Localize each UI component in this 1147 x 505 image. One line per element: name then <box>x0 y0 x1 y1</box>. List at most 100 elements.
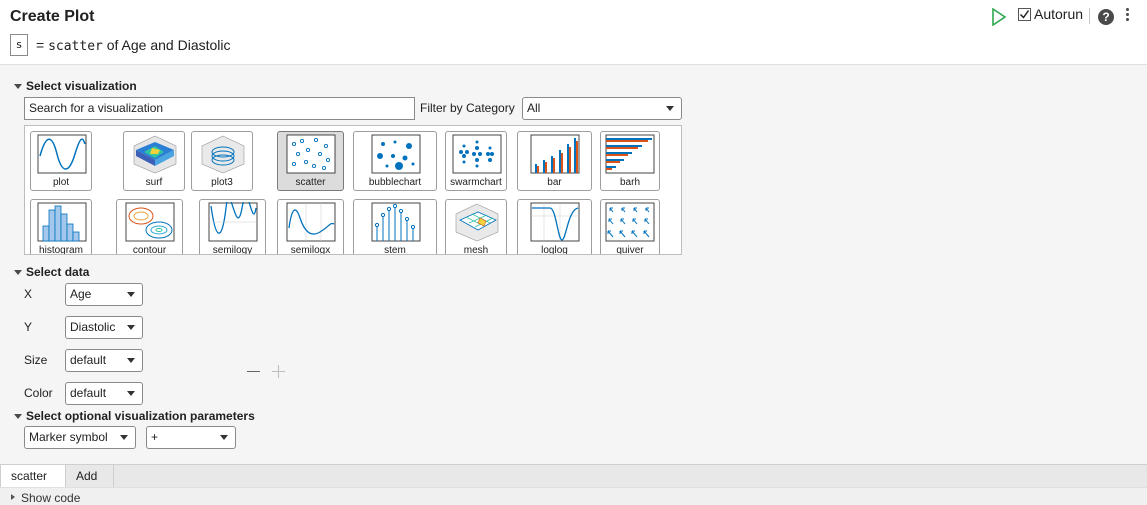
contour-icon <box>125 202 175 242</box>
chevron-down-icon <box>127 325 135 330</box>
tile-contour[interactable]: contour <box>116 199 183 255</box>
loglog-icon <box>530 202 580 242</box>
tile-label: bubblechart <box>368 177 422 188</box>
autorun-checkbox[interactable] <box>1018 8 1031 21</box>
tab-scatter[interactable]: scatter <box>0 465 66 488</box>
tile-label: swarmchart <box>450 177 502 188</box>
section-optional-parameters[interactable]: Select optional visualization parameters <box>14 409 255 423</box>
filter-label: Filter by Category <box>420 101 515 115</box>
tile-label: quiver <box>616 245 644 255</box>
chevron-down-icon <box>127 391 135 396</box>
tile-loglog[interactable]: loglog <box>517 199 592 254</box>
section-title: Select data <box>26 265 90 279</box>
tile-label: histogram <box>39 245 83 255</box>
tile-label: mesh <box>463 245 489 255</box>
tile-semilogy[interactable]: semilogy <box>199 199 266 255</box>
bubblechart-icon <box>371 134 421 174</box>
y-value: Diastolic <box>70 320 116 334</box>
collapse-icon <box>14 269 22 275</box>
section-select-data[interactable]: Select data <box>14 265 89 279</box>
autorun-label: Autorun <box>1034 6 1084 22</box>
parameter-value-dropdown[interactable]: + <box>146 426 236 449</box>
color-value: default <box>70 386 107 400</box>
tile-surf[interactable]: surf <box>123 131 185 191</box>
tile-scatter[interactable]: scatter <box>277 131 344 191</box>
chevron-down-icon <box>120 435 128 440</box>
run-icon[interactable] <box>991 8 1007 26</box>
expression-description: of Age and Diastolic <box>106 37 231 53</box>
color-label: Color <box>24 386 53 400</box>
y-dropdown[interactable]: Diastolic <box>65 316 143 339</box>
tile-semilogx[interactable]: semilogx <box>277 199 344 255</box>
tile-label: surf <box>145 177 163 188</box>
tile-label: stem <box>384 245 406 255</box>
tile-histogram[interactable]: histogram <box>30 199 92 255</box>
tile-barh[interactable]: barh <box>600 131 660 191</box>
tile-label: plot <box>52 177 70 188</box>
swarmchart-icon <box>452 134 502 174</box>
search-input[interactable]: Search for a visualization <box>24 97 415 120</box>
stem-icon <box>371 202 421 242</box>
quiver-icon <box>605 202 655 242</box>
plot-icon <box>37 134 87 174</box>
histogram-icon <box>37 202 87 242</box>
chevron-down-icon <box>127 358 135 363</box>
tile-bubblechart[interactable]: bubblechart <box>353 131 437 191</box>
scatter-icon <box>286 134 336 174</box>
tile-label: plot3 <box>211 177 233 188</box>
show-code-toggle[interactable]: Show code <box>0 487 1147 505</box>
section-title: Select visualization <box>26 79 137 93</box>
page-title: Create Plot <box>10 8 95 25</box>
remove-parameter-icon[interactable] <box>247 371 260 372</box>
collapse-icon <box>14 83 22 89</box>
x-value: Age <box>70 287 92 301</box>
marker-value: + <box>151 430 159 444</box>
tab-add[interactable]: Add <box>66 465 114 488</box>
visualization-gallery: plot surf plot3 scatter bubblechart swar… <box>24 125 682 255</box>
parameter-dropdown[interactable]: Marker symbol <box>24 426 136 449</box>
function-name: scatter <box>48 39 103 54</box>
output-tabs: scatter Add <box>0 464 1147 488</box>
y-label: Y <box>24 320 33 334</box>
surf-icon <box>133 135 177 174</box>
tile-label: semilogy <box>212 245 253 255</box>
bar-icon <box>530 134 580 174</box>
category-value: All <box>527 101 541 115</box>
tile-plot3[interactable]: plot3 <box>191 131 253 191</box>
output-variable-field[interactable]: s <box>10 34 28 56</box>
tile-label: barh <box>619 177 640 188</box>
tile-label: semilogx <box>290 245 331 255</box>
section-select-visualization[interactable]: Select visualization <box>14 79 137 93</box>
plot3-icon <box>201 135 245 174</box>
more-options-icon[interactable] <box>1124 8 1130 24</box>
size-dropdown[interactable]: default <box>65 349 143 372</box>
x-dropdown[interactable]: Age <box>65 283 143 306</box>
tile-swarmchart[interactable]: swarmchart <box>445 131 507 191</box>
show-code-label: Show code <box>21 491 81 505</box>
tile-mesh[interactable]: mesh <box>445 199 507 255</box>
expand-icon <box>11 494 15 500</box>
tile-label: contour <box>132 245 167 255</box>
chevron-down-icon <box>220 435 228 440</box>
size-value: default <box>70 353 107 367</box>
category-dropdown[interactable]: All <box>522 97 682 120</box>
section-title: Select optional visualization parameters <box>26 409 255 423</box>
tile-bar[interactable]: bar <box>517 131 592 191</box>
parameter-value: Marker symbol <box>29 430 108 444</box>
tile-label: scatter <box>295 177 326 188</box>
tile-stem[interactable]: stem <box>353 199 437 255</box>
x-label: X <box>24 287 33 301</box>
size-label: Size <box>24 353 48 367</box>
semilogx-icon <box>286 202 336 242</box>
tile-quiver[interactable]: quiver <box>600 199 660 255</box>
check-icon <box>1019 10 1030 19</box>
help-icon[interactable]: ? <box>1098 9 1114 25</box>
mesh-icon <box>455 203 499 242</box>
add-parameter-icon[interactable] <box>272 365 285 378</box>
equals-sign: = <box>36 37 45 53</box>
tile-label: bar <box>547 177 562 188</box>
task-panel: Select visualization Search for a visual… <box>0 64 1147 464</box>
color-dropdown[interactable]: default <box>65 382 143 405</box>
barh-icon <box>605 134 655 174</box>
tile-plot[interactable]: plot <box>30 131 92 191</box>
